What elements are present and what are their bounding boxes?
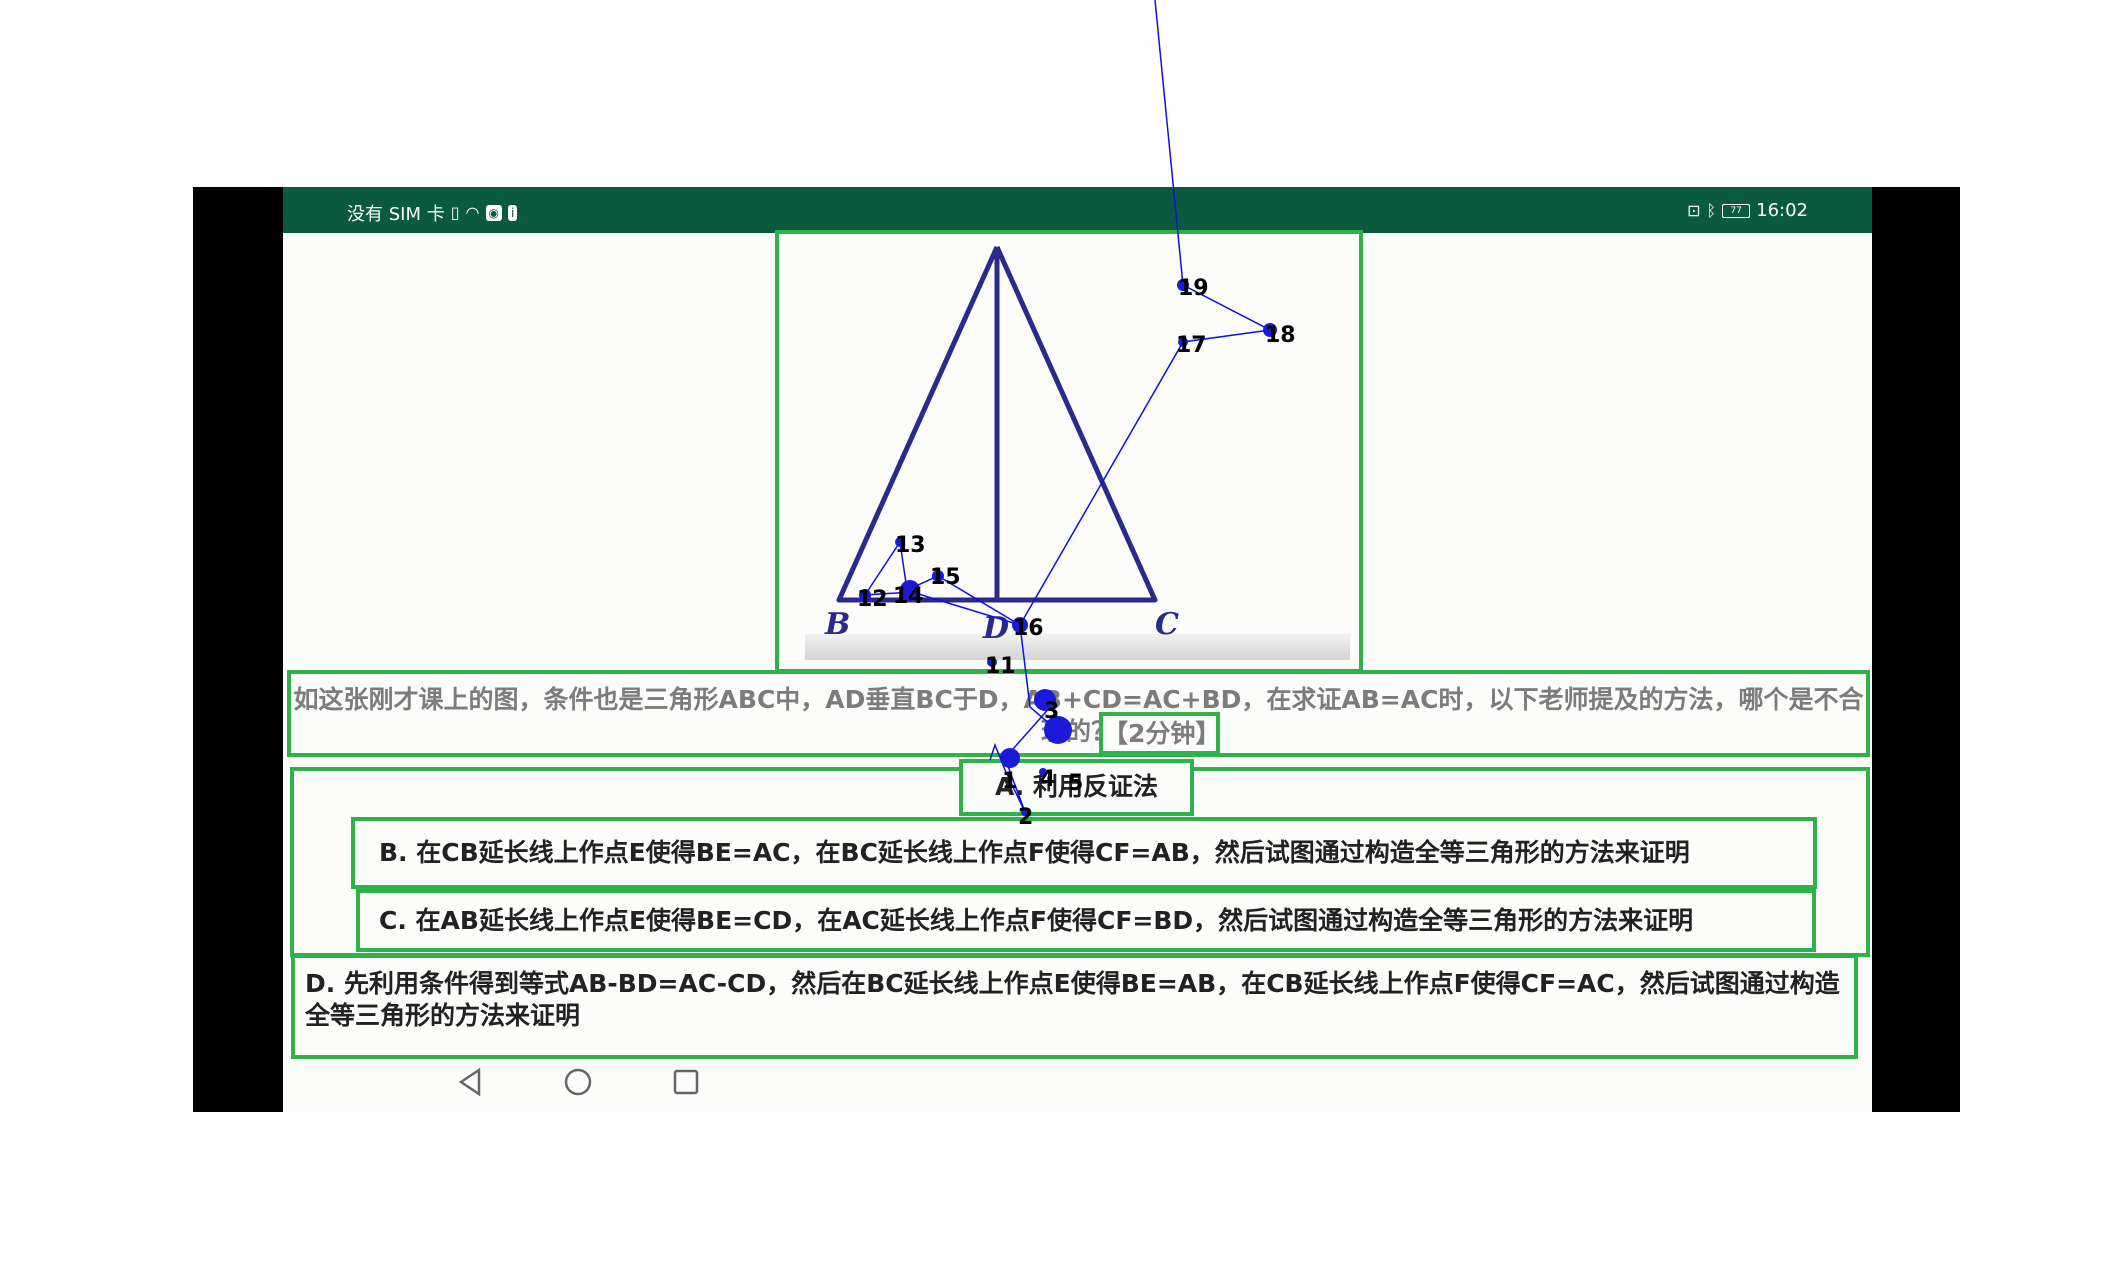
track-label-19: 19 (1178, 276, 1209, 301)
track-label-11: 11 (985, 654, 1016, 679)
track-label-3: 3 (1044, 699, 1059, 724)
track-label-1: 1 (1002, 769, 1017, 794)
track-point-1 (1000, 748, 1020, 768)
track-label-12: 12 (857, 587, 888, 612)
track-label-18: 18 (1265, 323, 1296, 348)
track-label-2: 2 (1018, 805, 1033, 830)
track-label-13: 13 (895, 533, 926, 558)
track-label-14: 14 (893, 584, 924, 609)
gesture-trajectory-overlay: 19 18 17 16 15 14 13 12 11 3 1 2 4 5 (857, 0, 1296, 830)
track-label-17: 17 (1176, 333, 1207, 358)
track-label-4: 4 (1040, 767, 1055, 792)
track-label-5: 5 (1068, 771, 1083, 796)
track-label-15: 15 (930, 565, 961, 590)
track-label-16: 16 (1013, 616, 1044, 641)
